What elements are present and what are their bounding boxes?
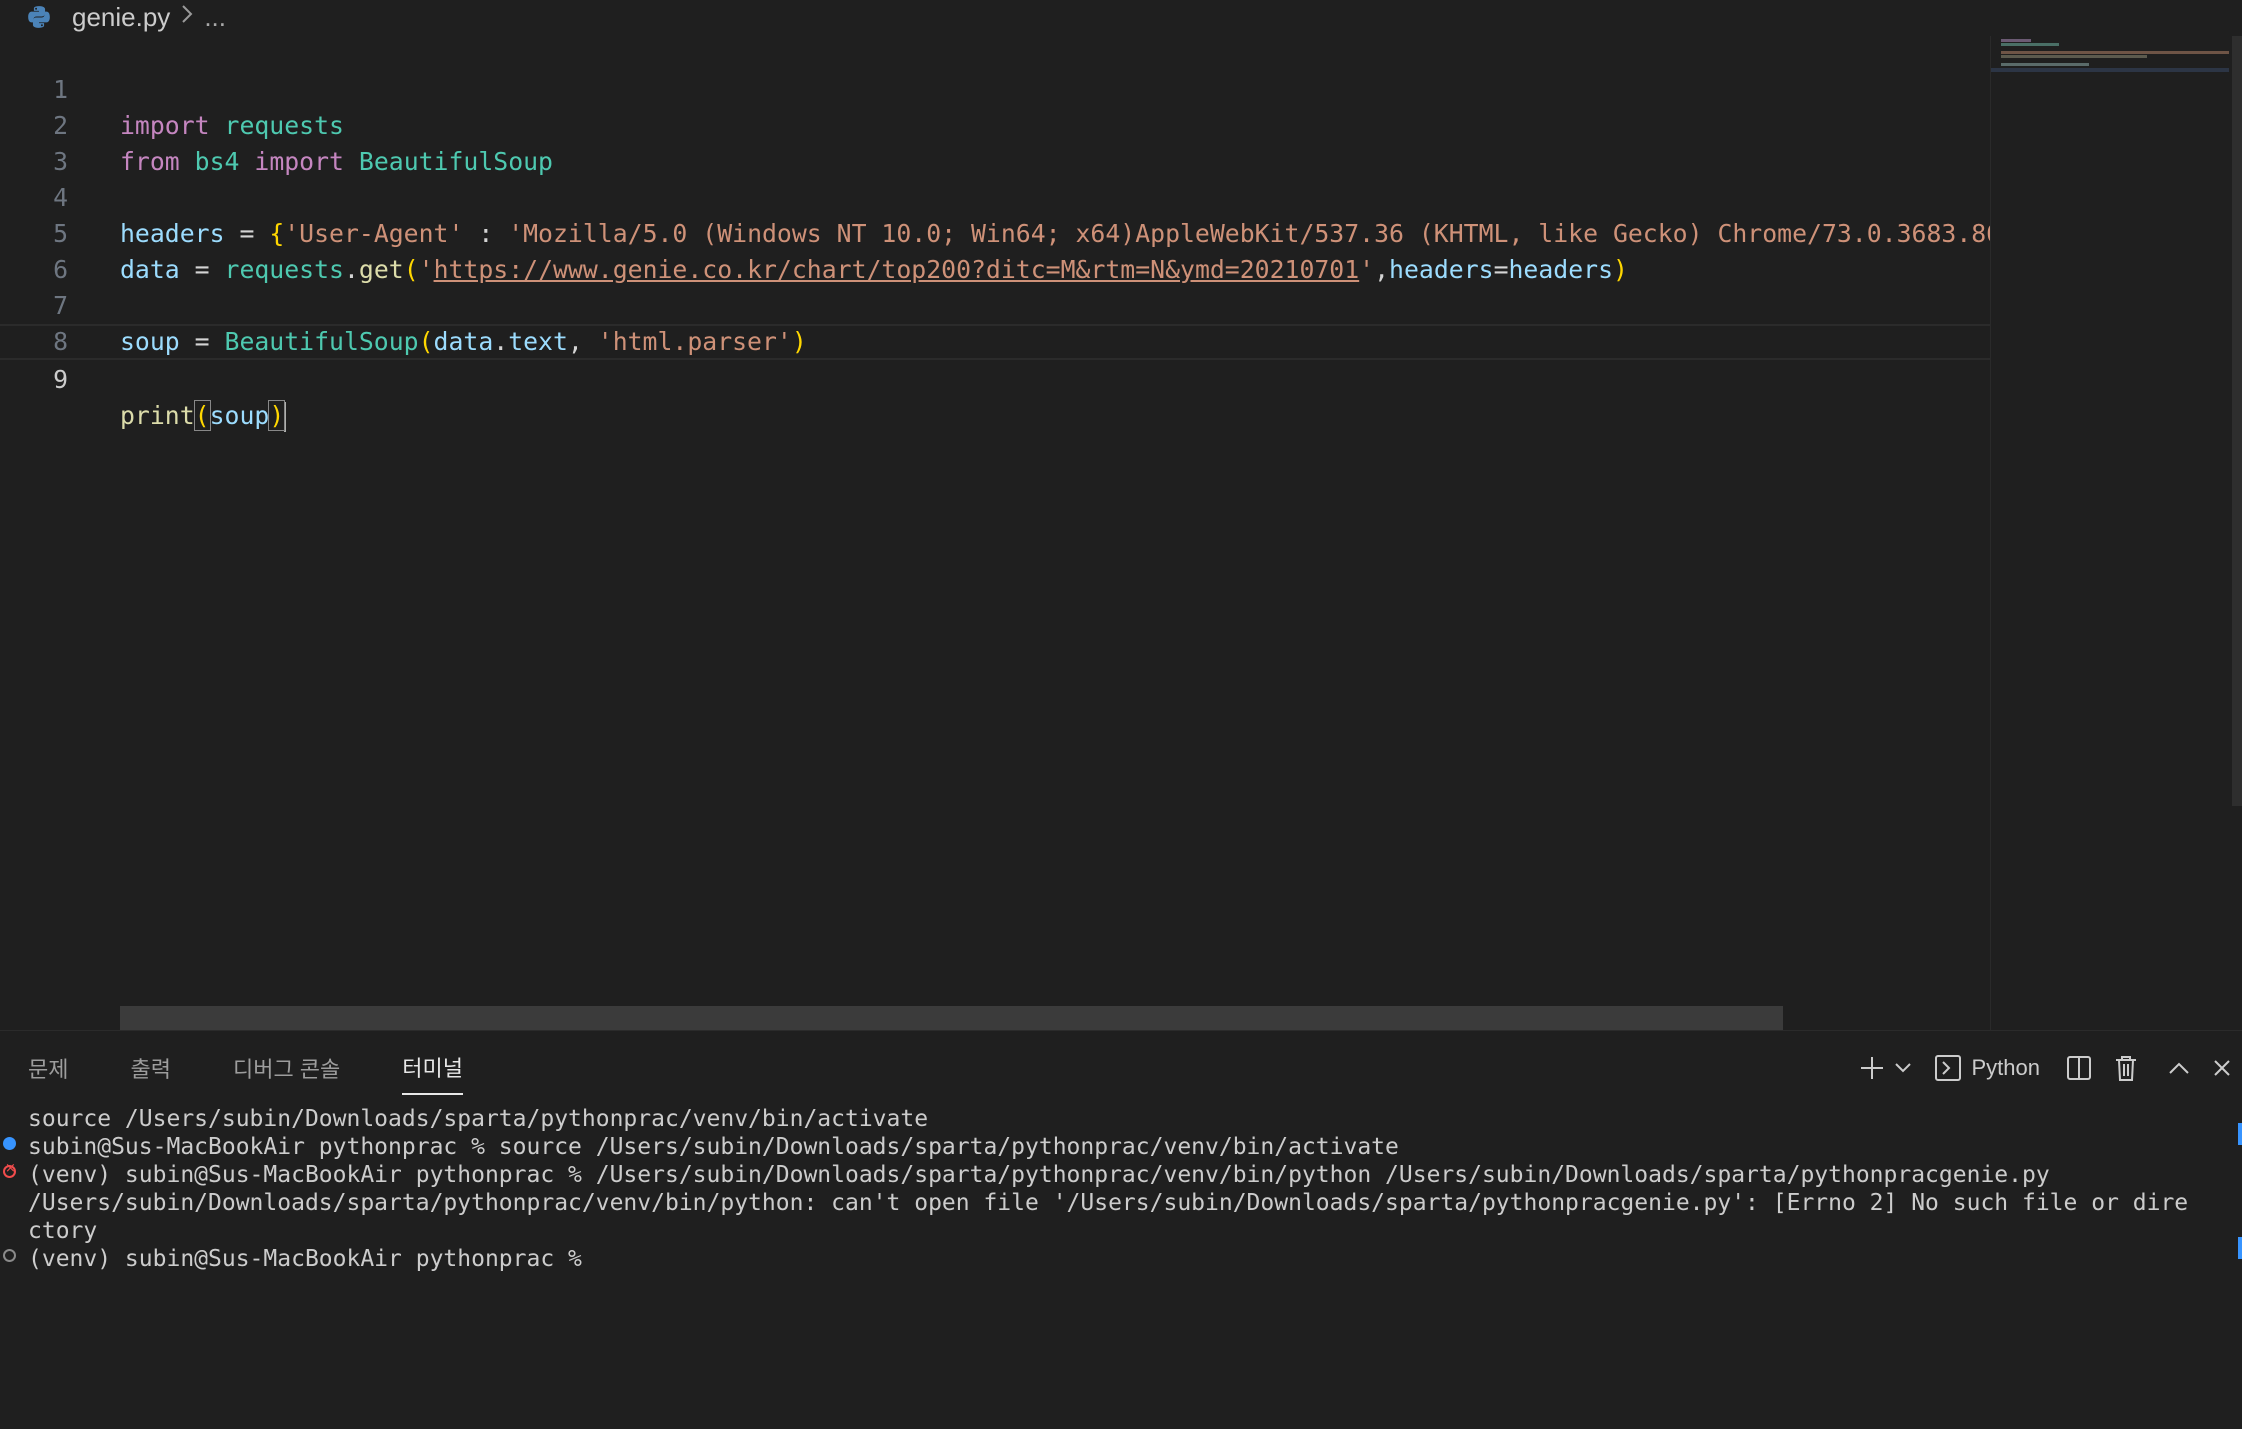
code-line: 1 import requests	[0, 36, 1990, 140]
panel-actions: Python	[1836, 1031, 2233, 1105]
function-name: print	[120, 401, 195, 430]
breadcrumb-more[interactable]: ...	[204, 2, 226, 33]
code-line: 6	[0, 216, 1990, 284]
breadcrumb: genie.py ...	[0, 0, 1990, 34]
paren: )	[268, 400, 286, 431]
terminal-scroll-marker	[2238, 1123, 2242, 1145]
tab-problems[interactable]: 문제	[28, 1042, 68, 1094]
split-terminal-button[interactable]	[2066, 1055, 2092, 1081]
code-editor[interactable]: 1 import requests 2 from bs4 import Beau…	[0, 36, 1990, 1030]
terminal-line: ctory	[28, 1218, 98, 1244]
python-file-icon	[26, 4, 52, 30]
chevron-right-icon	[180, 3, 194, 32]
tab-terminal[interactable]: 터미널	[402, 1041, 464, 1095]
code-line: 7 soup = BeautifulSoup(data.text, 'html.…	[0, 252, 1990, 356]
terminal-profile[interactable]: Python	[1934, 1054, 2041, 1082]
command-pending-icon[interactable]	[3, 1249, 16, 1262]
vertical-scrollbar[interactable]	[2232, 36, 2242, 806]
command-success-icon[interactable]	[3, 1137, 16, 1150]
close-panel-button[interactable]	[2212, 1058, 2232, 1078]
minimap[interactable]	[1990, 36, 2229, 1030]
plus-icon	[1860, 1057, 1883, 1079]
panel-tabs: 문제 출력 디버그 콘솔 터미널	[0, 1031, 497, 1105]
code-line: 5 data = requests.get('https://www.genie…	[0, 180, 1990, 284]
terminal-prompt: (venv) subin@Sus-MacBookAir pythonprac %	[28, 1246, 596, 1272]
line-number: 9	[53, 365, 68, 394]
terminal-output[interactable]: source /Users/subin/Downloads/sparta/pyt…	[0, 1106, 2242, 1427]
kill-terminal-button[interactable]	[2114, 1054, 2138, 1082]
chevron-down-icon	[1894, 1063, 1911, 1073]
bottom-panel: 문제 출력 디버그 콘솔 터미널 Python source /Users/su…	[0, 1030, 2242, 1429]
terminal-line: source /Users/subin/Downloads/sparta/pyt…	[28, 1106, 929, 1132]
close-icon	[2214, 1060, 2230, 1076]
terminal-dropdown-button[interactable]	[1894, 1062, 1912, 1074]
code-line: 4 headers = {'User-Agent' : 'Mozilla/5.0…	[0, 144, 1990, 248]
horizontal-scrollbar[interactable]	[120, 1006, 1783, 1030]
terminal-profile-label: Python	[1971, 1055, 2041, 1080]
command-error-icon[interactable]	[3, 1161, 16, 1178]
current-code-line: 9 print(soup)	[0, 324, 1990, 432]
paren: (	[193, 400, 211, 431]
terminal-icon	[1934, 1055, 1961, 1081]
split-icon	[2067, 1056, 2091, 1080]
text-cursor	[284, 402, 287, 432]
terminal-line: subin@Sus-MacBookAir pythonprac % source…	[28, 1134, 1399, 1160]
new-terminal-button[interactable]	[1858, 1054, 1886, 1082]
tab-output[interactable]: 출력	[130, 1042, 170, 1094]
minimap-current-line	[1991, 68, 2229, 72]
terminal-line: /Users/subin/Downloads/sparta/pythonprac…	[28, 1190, 2189, 1216]
terminal-scroll-marker	[2238, 1237, 2242, 1259]
code-line: 2 from bs4 import BeautifulSoup	[0, 72, 1990, 176]
trash-icon	[2116, 1056, 2136, 1081]
tab-debug-console[interactable]: 디버그 콘솔	[233, 1042, 340, 1094]
chevron-up-icon	[2169, 1062, 2189, 1074]
code-line: 8	[0, 288, 1990, 356]
code-line: 3	[0, 108, 1990, 176]
terminal-line: (venv) subin@Sus-MacBookAir pythonprac %…	[28, 1162, 2050, 1188]
breadcrumb-file[interactable]: genie.py	[72, 2, 170, 33]
variable: soup	[209, 401, 270, 430]
maximize-panel-button[interactable]	[2168, 1061, 2190, 1075]
